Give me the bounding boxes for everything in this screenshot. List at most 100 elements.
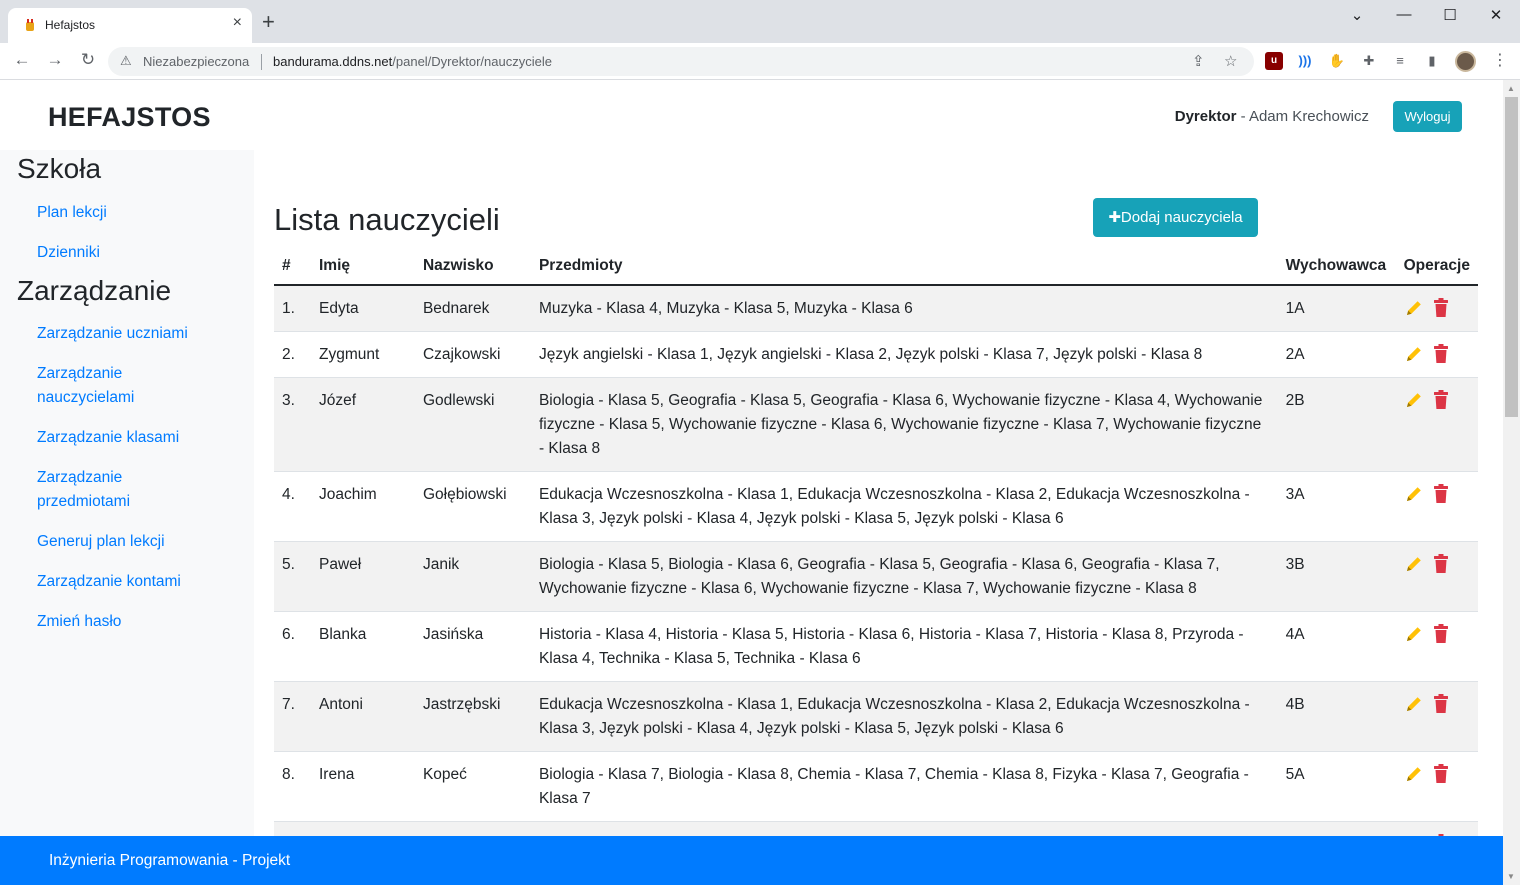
user-role: Dyrektor: [1174, 108, 1237, 125]
browser-menu-icon[interactable]: ⋮: [1492, 50, 1508, 70]
cell-last-name: Jasińska: [414, 611, 531, 682]
tab-search-icon[interactable]: ⌄: [1342, 6, 1372, 24]
cell-first-name: Joachim: [310, 471, 415, 542]
cell-homeroom: 3A: [1277, 471, 1396, 542]
cell-first-name: Antoni: [310, 681, 415, 752]
scroll-up-icon[interactable]: ▲: [1507, 84, 1515, 93]
cell-last-name: Bednarek: [414, 284, 531, 332]
sidebar-link-teachers[interactable]: Zarządzanie nauczycielami: [37, 362, 177, 410]
maximize-icon[interactable]: ☐: [1435, 6, 1465, 24]
edit-pencil-icon[interactable]: [1404, 484, 1424, 506]
edit-pencil-icon[interactable]: [1404, 694, 1424, 716]
url-path: /panel/Dyrektor/nauczyciele: [392, 54, 552, 69]
sidebar-link-generate-plan[interactable]: Generuj plan lekcji: [37, 530, 165, 554]
cell-operations: [1395, 681, 1478, 752]
reload-icon[interactable]: ↻: [77, 50, 99, 70]
sidebar-link-subjects[interactable]: Zarządzanie przedmiotami: [37, 466, 177, 514]
table-row: 7. Antoni Jastrzębski Edukacja Wczesnoszkol…: [274, 681, 1478, 752]
cell-operations: [1395, 284, 1478, 332]
cell-subjects: Edukacja Wczesnoszkolna - Klasa 1, Eduka…: [530, 471, 1278, 542]
sidebar-link-accounts[interactable]: Zarządzanie kontami: [37, 570, 181, 594]
delete-trash-icon[interactable]: [1433, 298, 1453, 320]
table-row: 8. Irena Kopeć Biologia - Klasa 7, Biologia…: [274, 751, 1478, 822]
back-icon[interactable]: ←: [11, 50, 33, 70]
delete-trash-icon[interactable]: [1433, 390, 1453, 412]
edit-pencil-icon[interactable]: [1404, 764, 1424, 786]
security-label[interactable]: Niezabezpieczona: [143, 54, 249, 69]
minimize-icon[interactable]: —: [1389, 6, 1419, 23]
delete-trash-icon[interactable]: [1433, 344, 1453, 366]
edit-pencil-icon[interactable]: [1404, 624, 1424, 646]
cell-first-name: Paweł: [310, 541, 415, 612]
table-row: 4. Joachim Gołębiowski Edukacja Wczesnoszko…: [274, 471, 1478, 542]
delete-trash-icon[interactable]: [1433, 484, 1453, 506]
sidebar-link-lesson-plan[interactable]: Plan lekcji: [37, 201, 107, 225]
dislike-extension-icon[interactable]: ✋: [1328, 52, 1346, 70]
app-brand[interactable]: HEFAJSTOS: [48, 102, 211, 133]
footer: Inżynieria Programowania - Projekt: [0, 836, 1503, 885]
cell-operations: [1395, 471, 1478, 542]
sidebar-link-change-password[interactable]: Zmień hasło: [37, 610, 121, 634]
sidebar-link-students[interactable]: Zarządzanie uczniami: [37, 322, 188, 346]
column-header-first-name: Imię: [310, 247, 415, 286]
share-icon[interactable]: ⇪: [1192, 52, 1205, 70]
sidebar-heading-management: Zarządzanie: [17, 275, 172, 306]
cell-subjects: Biologia - Klasa 5, Geografia - Klasa 5,…: [530, 377, 1278, 472]
cell-last-name: Czajkowski: [414, 331, 531, 378]
cell-homeroom: 1A: [1277, 284, 1396, 332]
column-header-number: #: [274, 247, 311, 286]
cell-number: 3.: [274, 377, 311, 472]
cell-subjects: Biologia - Klasa 5, Biologia - Klasa 6, …: [530, 541, 1278, 612]
cell-last-name: Kopeć: [414, 751, 531, 822]
reading-list-icon[interactable]: ≡: [1391, 52, 1409, 70]
cell-last-name: Godlewski: [414, 377, 531, 472]
logout-button[interactable]: Wyloguj: [1393, 101, 1462, 132]
edit-pencil-icon[interactable]: [1404, 554, 1424, 576]
cell-subjects: Biologia - Klasa 7, Biologia - Klasa 8, …: [530, 751, 1278, 822]
delete-trash-icon[interactable]: [1433, 764, 1453, 786]
user-name: - Adam Krechowicz: [1236, 108, 1369, 125]
bookmark-star-icon[interactable]: ☆: [1224, 52, 1237, 70]
address-bar[interactable]: ⚠ Niezabezpieczona bandurama.ddns.net/pa…: [108, 47, 1254, 76]
forward-icon[interactable]: →: [44, 50, 66, 70]
sidebar-link-journals[interactable]: Dzienniki: [37, 241, 100, 265]
cell-first-name: Blanka: [310, 611, 415, 682]
sidebar-link-classes[interactable]: Zarządzanie klasami: [37, 426, 179, 450]
cell-first-name: Józef: [310, 377, 415, 472]
cell-number: 8.: [274, 751, 311, 822]
cell-subjects: Edukacja Wczesnoszkolna - Klasa 1, Eduka…: [530, 681, 1278, 752]
extensions-puzzle-icon[interactable]: ✚: [1360, 52, 1378, 70]
user-info: Dyrektor - Adam Krechowicz: [1175, 108, 1369, 125]
scrollbar-thumb[interactable]: [1505, 97, 1518, 417]
cell-subjects: Historia - Klasa 4, Historia - Klasa 5, …: [530, 611, 1278, 682]
url-text[interactable]: bandurama.ddns.net/panel/Dyrektor/nauczy…: [273, 54, 552, 69]
page-title: Lista nauczycieli: [274, 202, 500, 237]
omnibox-divider: [261, 54, 262, 70]
page-scrollbar[interactable]: ▲ ▼: [1503, 80, 1520, 885]
edit-pencil-icon[interactable]: [1404, 344, 1424, 366]
tab-title: Hefajstos: [45, 18, 96, 32]
scroll-down-icon[interactable]: ▼: [1507, 872, 1515, 881]
warning-icon[interactable]: ⚠: [120, 53, 132, 69]
edit-pencil-icon[interactable]: [1404, 390, 1424, 412]
cell-first-name: Edyta: [310, 284, 415, 332]
cell-operations: [1395, 611, 1478, 682]
delete-trash-icon[interactable]: [1433, 624, 1453, 646]
cell-homeroom: 2B: [1277, 377, 1396, 472]
edit-pencil-icon[interactable]: [1404, 298, 1424, 320]
add-teacher-button[interactable]: ✚Dodaj nauczyciela: [1093, 198, 1258, 237]
profile-avatar[interactable]: [1455, 51, 1476, 72]
ublock-extension-icon[interactable]: u: [1265, 52, 1283, 70]
cell-homeroom: 2A: [1277, 331, 1396, 378]
audio-extension-icon[interactable]: ))): [1296, 52, 1314, 70]
column-header-subjects: Przedmioty: [530, 247, 1278, 286]
new-tab-icon[interactable]: +: [262, 11, 275, 33]
side-panel-icon[interactable]: ▮: [1423, 52, 1441, 70]
close-window-icon[interactable]: ✕: [1481, 6, 1511, 24]
browser-tab[interactable]: Hefajstos ×: [8, 8, 252, 43]
tab-close-icon[interactable]: ×: [233, 14, 242, 32]
cell-homeroom: 3B: [1277, 541, 1396, 612]
delete-trash-icon[interactable]: [1433, 694, 1453, 716]
delete-trash-icon[interactable]: [1433, 554, 1453, 576]
favicon-icon: [23, 18, 37, 32]
